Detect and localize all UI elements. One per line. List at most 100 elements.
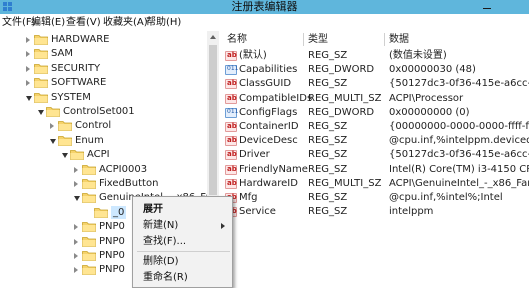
collapsed-arrow-icon[interactable]	[50, 123, 54, 130]
value-data: Intel(R) Core(TM) i3-4150 CPU @	[389, 163, 529, 175]
scroll-up-arrow-icon[interactable]	[210, 35, 216, 39]
value-row[interactable]: ab HardwareID REG_MULTI_SZ ACPI\GenuineInte…	[219, 177, 529, 191]
column-divider[interactable]	[303, 33, 304, 46]
minimize-button[interactable]	[478, 0, 496, 14]
menu-item-new[interactable]: 新建(N)	[143, 219, 178, 232]
value-row[interactable]: abServiceREG_SZintelppm	[219, 205, 529, 219]
menu-help[interactable]: 帮助(H)	[146, 14, 181, 31]
collapsed-arrow-icon[interactable]	[74, 253, 78, 259]
tree-node[interactable]: FixedButton	[74, 177, 207, 191]
expanded-arrow-icon[interactable]	[50, 138, 56, 144]
tree-node[interactable]: HARDWARE	[26, 33, 207, 47]
column-divider[interactable]	[384, 33, 385, 46]
collapsed-arrow-icon[interactable]	[26, 51, 30, 58]
value-data: @cpu.inf,%intelppm.devicedesc%	[389, 135, 529, 147]
value-name: (默认)	[239, 50, 267, 61]
folder-icon	[82, 193, 96, 204]
menu-view[interactable]: 查看(V)	[66, 14, 101, 31]
collapsed-arrow-icon[interactable]	[74, 181, 78, 187]
tree-node-label: FixedButton	[99, 178, 159, 189]
window-title: 注册表编辑器	[231, 0, 298, 13]
value-name: ClassGUID	[239, 78, 292, 90]
value-row[interactable]: abMfgREG_SZ@cpu.inf,%intel%;Intel	[219, 191, 529, 205]
folder-icon	[34, 63, 48, 74]
value-row[interactable]: 011 ConfigFlags REG_DWORD 0x00000000 (0)	[219, 106, 529, 120]
value-row[interactable]: ab ContainerID REG_SZ {00000000-0000-0000-f…	[219, 120, 529, 134]
string-value-icon: ab	[225, 122, 237, 132]
tree-node[interactable]: ControlSet001	[38, 105, 207, 119]
column-header-data[interactable]: 数据	[389, 31, 409, 48]
value-type: REG_SZ	[308, 163, 348, 175]
value-row[interactable]: ab FriendlyName REG_SZ Intel(R) Core(TM) i3…	[219, 163, 529, 177]
tree-node[interactable]: Control	[50, 119, 207, 133]
tree-node-label: PNP0	[99, 264, 125, 276]
menu-edit[interactable]: 编辑(E)	[31, 14, 65, 31]
value-data: ACPI\GenuineIntel_-_x86_Family_6	[389, 177, 529, 189]
scrollbar-thumb[interactable]	[209, 45, 217, 195]
expanded-arrow-icon[interactable]	[38, 110, 44, 115]
folder-icon	[34, 78, 48, 89]
folder-icon	[82, 236, 96, 247]
tree-node[interactable]: ACPI0003	[74, 163, 207, 177]
tree-node[interactable]: SECURITY	[26, 62, 207, 76]
collapsed-arrow-icon[interactable]	[74, 166, 78, 173]
menu-item-expand[interactable]: 展开	[143, 203, 163, 216]
value-row[interactable]: ab CompatibleIDs REG_MULTI_SZ ACPI\Processo…	[219, 92, 529, 106]
value-type: REG_MULTI_SZ	[308, 177, 382, 189]
expanded-arrow-icon[interactable]	[62, 153, 68, 159]
collapsed-arrow-icon[interactable]	[74, 238, 78, 245]
menu-item-rename[interactable]: 重命名(R)	[143, 271, 188, 284]
tree-node[interactable]: ACPI	[62, 148, 207, 162]
collapsed-arrow-icon[interactable]	[74, 224, 78, 231]
value-row[interactable]: ab DeviceDesc REG_SZ @cpu.inf,%intelppm.dev…	[219, 134, 529, 148]
values-pane: 名称 类型 数据 ab (默认) REG_SZ (数值未设置) 011 Capabilit…	[219, 31, 529, 288]
value-name: ContainerID	[239, 121, 299, 132]
value-row[interactable]: ab ClassGUID REG_SZ {50127dc3-0f36-415e-a6c…	[219, 77, 529, 91]
string-value-icon: ab	[225, 79, 237, 90]
value-type: REG_MULTI_SZ	[308, 92, 382, 104]
tree-node[interactable]: SYSTEM	[26, 91, 207, 105]
folder-icon	[82, 251, 96, 261]
folder-icon	[82, 222, 96, 233]
expanded-arrow-icon[interactable]	[74, 196, 80, 202]
menu-bar: 文件(F) 编辑(E) 查看(V) 收藏夹(A) 帮助(H)	[0, 14, 529, 31]
value-type: REG_SZ	[308, 192, 348, 203]
menu-item-find[interactable]: 查找(F)...	[143, 235, 186, 248]
value-data: intelppm	[389, 206, 434, 218]
collapsed-arrow-icon[interactable]	[26, 80, 30, 87]
column-header-type[interactable]: 类型	[308, 31, 328, 48]
value-name: Capabilities	[239, 64, 298, 76]
value-row[interactable]: 011 Capabilities REG_DWORD 0x00000030 (48)	[219, 63, 529, 77]
string-value-icon: ab	[225, 178, 237, 189]
folder-icon	[34, 49, 48, 60]
value-type: REG_DWORD	[308, 106, 375, 118]
folder-icon	[82, 179, 96, 189]
folder-icon	[34, 92, 48, 103]
value-name: FriendlyName	[239, 163, 308, 175]
column-header-name[interactable]: 名称	[227, 31, 247, 48]
value-row[interactable]: ab (默认) REG_SZ (数值未设置)	[219, 49, 529, 63]
expanded-arrow-icon[interactable]	[26, 95, 32, 101]
tree-node-label: SOFTWARE	[51, 77, 107, 89]
collapsed-arrow-icon[interactable]	[74, 267, 78, 274]
tree-node[interactable]: Enum	[50, 134, 207, 148]
tree-node-label: ControlSet001	[63, 106, 135, 117]
value-name: DeviceDesc	[239, 135, 298, 147]
collapsed-arrow-icon[interactable]	[26, 37, 30, 43]
tree-node[interactable]: SAM	[26, 47, 207, 61]
tree-node-label: SECURITY	[51, 62, 101, 74]
menu-favorites[interactable]: 收藏夹(A)	[103, 14, 148, 31]
context-menu: 展开 新建(N) 查找(F)... 删除(D) 重命名(R)	[132, 196, 233, 288]
tree-node[interactable]: SOFTWARE	[26, 76, 207, 90]
value-type: REG_SZ	[308, 50, 348, 61]
menu-item-delete[interactable]: 删除(D)	[143, 255, 179, 268]
tree-node-label: PNP0	[99, 235, 125, 247]
tree-node-label: ACPI0003	[99, 163, 148, 175]
menu-separator	[137, 251, 230, 252]
tree-node-label: SAM	[51, 48, 74, 60]
collapsed-arrow-icon[interactable]	[26, 65, 30, 72]
value-row[interactable]: abDriver REG_SZ {50127dc3-0f36-415e-a6cc-4…	[219, 148, 529, 162]
folder-icon	[94, 207, 108, 218]
tree-node-label: SYSTEM	[51, 91, 91, 103]
tree-node-label: PNP0	[99, 250, 125, 261]
